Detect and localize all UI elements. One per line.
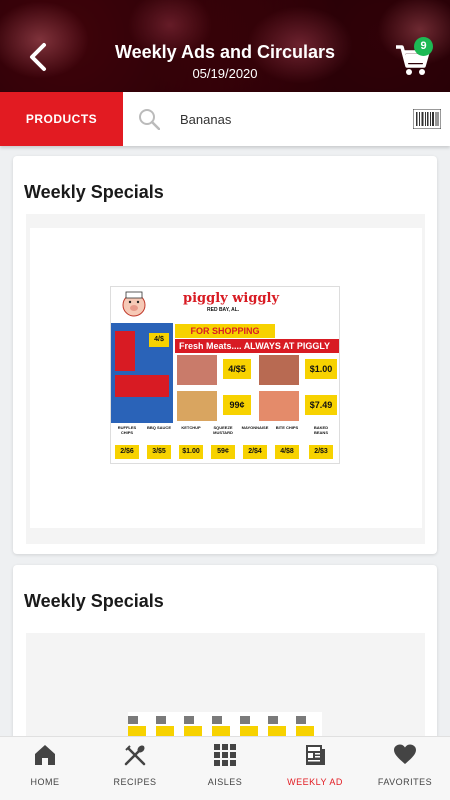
heart-icon: [394, 744, 416, 764]
tab-label: AISLES: [207, 777, 243, 787]
tab-label: WEEKLY AD: [287, 777, 343, 787]
price-tag: 99¢: [223, 395, 251, 415]
grid-icon: [214, 744, 236, 766]
header: Weekly Ads and Circulars 05/19/2020 9: [0, 0, 450, 92]
newspaper-icon: [306, 745, 325, 765]
store-logo: piggly wiggly: [183, 291, 280, 306]
pig-logo-icon: [122, 291, 146, 317]
home-icon: [35, 745, 55, 765]
price-tag: $1.00: [305, 359, 337, 379]
ad-card[interactable]: Weekly Specials: [13, 565, 437, 736]
page-title: Weekly Ads and Circulars: [114, 42, 336, 62]
bottom-tab-bar: HOME RECIPES AISLES WEEKLY AD FAVORITES: [0, 736, 450, 800]
tab-home[interactable]: HOME: [0, 737, 90, 800]
weekly-ad-flyer-2[interactable]: [128, 712, 322, 736]
search-input[interactable]: [180, 106, 400, 132]
store-location: RED BAY, AL.: [207, 307, 240, 313]
tab-label: HOME: [30, 777, 60, 787]
section-title: Weekly Specials: [24, 182, 164, 202]
tab-weekly-ad[interactable]: WEEKLY AD: [270, 737, 360, 800]
weekly-ad-screen: Weekly Ads and Circulars 05/19/2020 9 PR…: [0, 0, 450, 800]
meats-banner: Fresh Meats.... ALWAYS AT PIGGLY WIGGLY: [175, 339, 339, 365]
tab-label: FAVORITES: [377, 777, 433, 787]
tab-label: RECIPES: [113, 777, 157, 787]
barcode-icon[interactable]: [413, 109, 441, 129]
tab-recipes[interactable]: RECIPES: [90, 737, 180, 800]
search-bar: PRODUCTS: [0, 92, 450, 146]
products-button[interactable]: PRODUCTS: [0, 92, 123, 146]
soda-section: 4/$: [111, 323, 173, 423]
price-tag: 4/$5: [223, 359, 251, 379]
tab-favorites[interactable]: FAVORITES: [360, 737, 450, 800]
section-title: Weekly Specials: [24, 591, 164, 611]
tab-aisles[interactable]: AISLES: [180, 737, 270, 800]
promo-banner: FOR SHOPPING: [175, 324, 275, 338]
cart-count-badge: 9: [414, 37, 433, 56]
search-icon: [139, 109, 160, 130]
flyer-bottom-row: RUFFLES CHIPS 2/$6 BBQ SAUCE 3/$5 KETCHUP $…: [111, 425, 339, 463]
utensils-icon: [124, 745, 146, 766]
weekly-ad-flyer[interactable]: piggly wiggly RED BAY, AL. 4/$ FOR SHOPP…: [110, 286, 340, 464]
price-tag: $7.49: [305, 395, 337, 415]
ad-date: 05/19/2020: [192, 66, 258, 81]
